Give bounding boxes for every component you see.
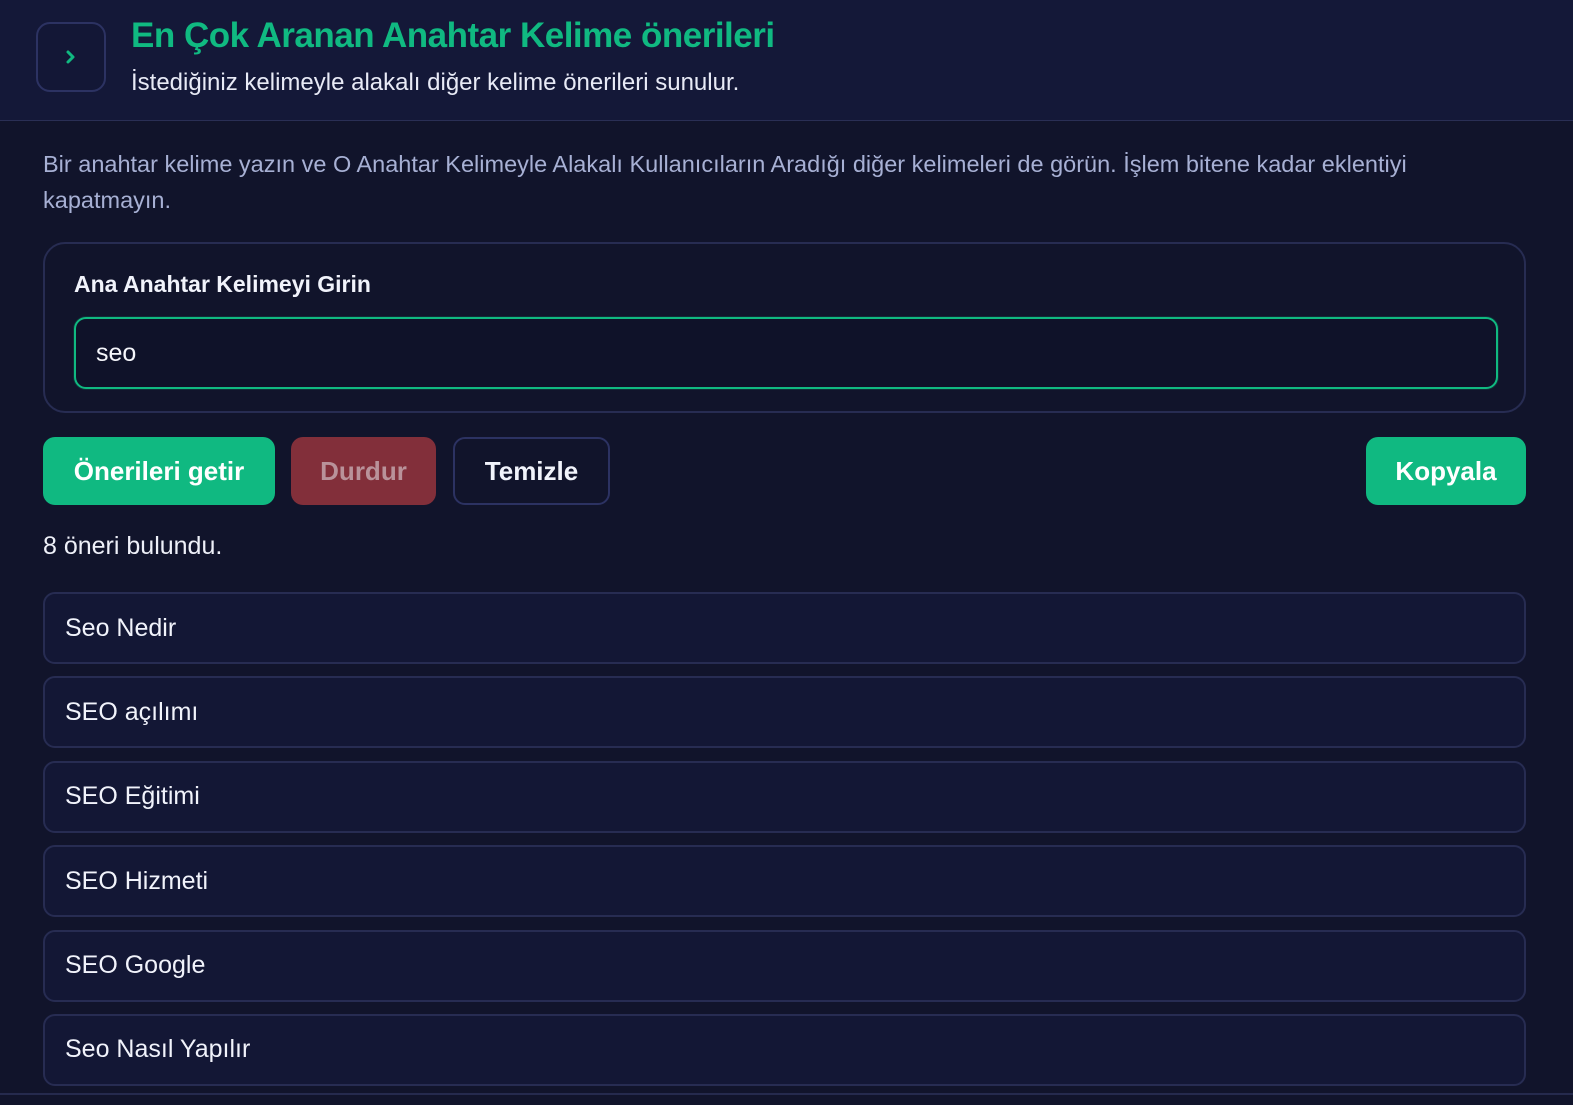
divider <box>0 1093 1573 1095</box>
suggestion-item[interactable]: SEO Hizmeti <box>43 845 1526 918</box>
copy-button[interactable]: Kopyala <box>1366 437 1526 505</box>
suggestion-item[interactable]: SEO Eğitimi <box>43 760 1526 833</box>
toggle-button[interactable] <box>36 22 106 92</box>
page-subtitle: İstediğiniz kelimeyle alakalı diğer keli… <box>131 69 740 96</box>
clear-button[interactable]: Temizle <box>453 437 610 505</box>
suggestion-list: Seo Nedir SEO açılımı SEO Eğitimi SEO Hi… <box>43 592 1526 1098</box>
keyword-label: Ana Anahtar Kelimeyi Girin <box>74 271 371 297</box>
keyword-input[interactable] <box>74 317 1498 389</box>
app-header: En Çok Aranan Anahtar Kelime önerileri İ… <box>0 0 1573 121</box>
page-title: En Çok Aranan Anahtar Kelime önerileri <box>131 16 775 55</box>
suggestion-item[interactable]: Seo Nedir <box>43 592 1526 664</box>
stop-button[interactable]: Durdur <box>291 437 436 505</box>
suggestion-item[interactable]: SEO açılımı <box>43 676 1526 749</box>
fetch-suggestions-button[interactable]: Önerileri getir <box>43 437 275 505</box>
suggestion-item[interactable]: Seo Nasıl Yapılır <box>43 1013 1526 1086</box>
chevron-right-icon <box>66 50 75 64</box>
suggestion-item[interactable]: SEO Google <box>43 929 1526 1002</box>
result-count: 8 öneri bulundu. <box>43 532 223 560</box>
description-text: Bir anahtar kelime yazın ve O Anahtar Ke… <box>43 151 1407 213</box>
keyword-input-card: Ana Anahtar Kelimeyi Girin <box>43 242 1526 413</box>
